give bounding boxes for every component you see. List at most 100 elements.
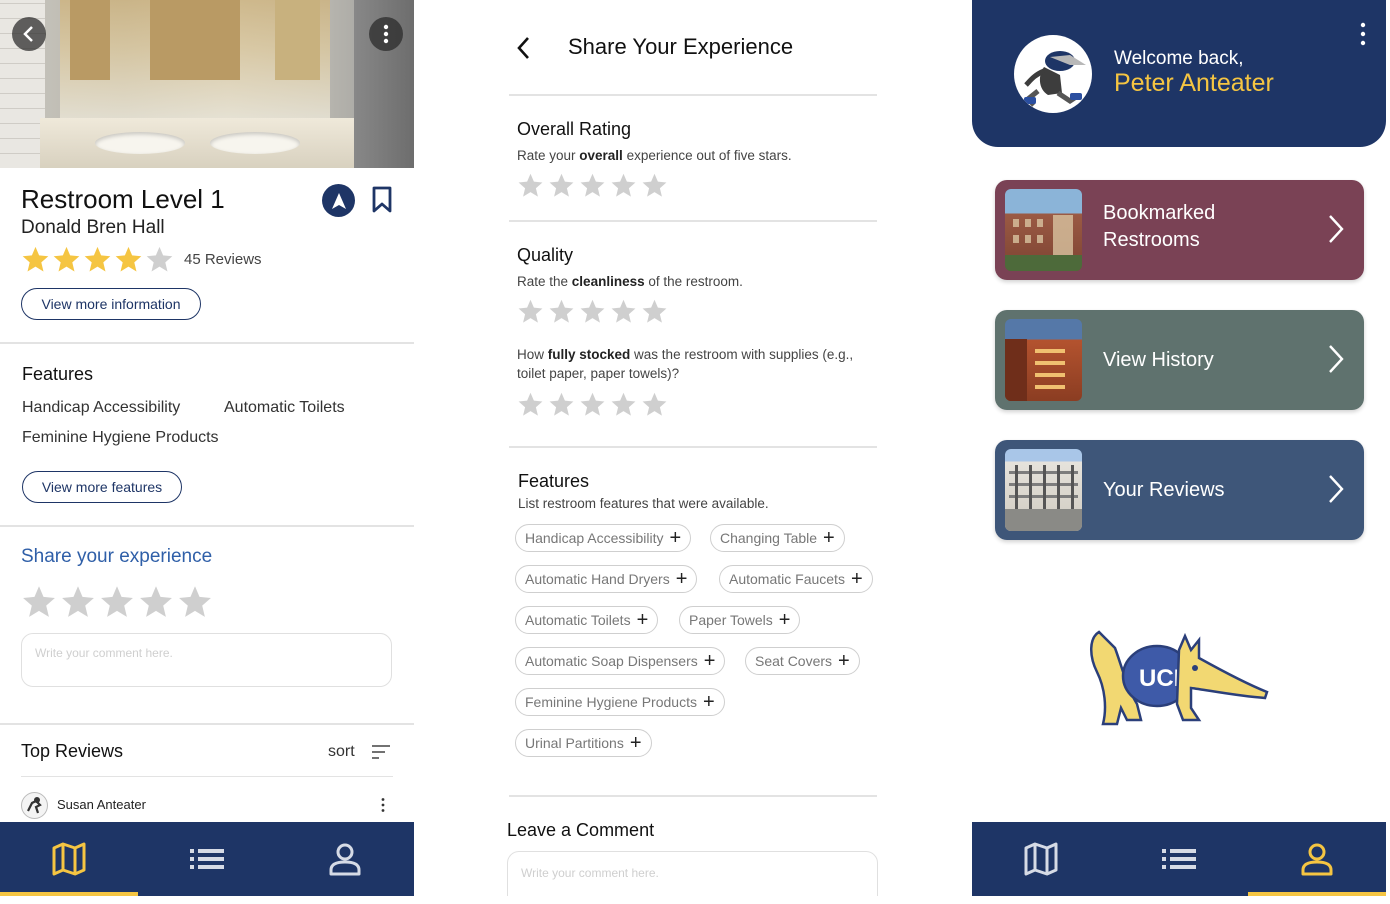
star-icon xyxy=(611,173,636,197)
quality-heading: Quality xyxy=(517,245,574,265)
divider xyxy=(509,795,877,797)
reviews-count: 45 Reviews xyxy=(184,251,262,268)
divider xyxy=(0,525,414,527)
bookmarked-restrooms-card[interactable]: Bookmarked Restrooms xyxy=(995,180,1364,280)
share-experience-heading[interactable]: Share your experience xyxy=(21,546,212,568)
plus-icon: + xyxy=(636,609,649,631)
navigate-button[interactable] xyxy=(322,184,355,217)
view-more-information-button[interactable]: View more information xyxy=(21,288,201,320)
map-icon xyxy=(1024,842,1058,876)
building-thumbnail xyxy=(1005,449,1082,531)
tab-map[interactable] xyxy=(0,822,138,896)
anteater-logo: UCI xyxy=(1090,630,1269,726)
list-icon xyxy=(190,849,224,869)
feature-item: Automatic Toilets xyxy=(224,399,345,416)
star-icon xyxy=(642,173,667,197)
feature-chip[interactable]: Automatic Hand Dryers + xyxy=(515,565,698,593)
more-options-button[interactable] xyxy=(369,17,403,51)
reviewer-avatar xyxy=(21,792,48,819)
view-history-card[interactable]: View History xyxy=(995,310,1364,410)
welcome-text: Welcome back, xyxy=(1114,48,1244,69)
chip-label: Automatic Toilets xyxy=(525,612,631,628)
star-icon xyxy=(580,392,605,416)
comment-input[interactable]: Write your comment here. xyxy=(507,851,878,896)
comment-input[interactable]: Write your comment here. xyxy=(21,633,392,687)
share-experience-screen: Share Your Experience Overall Rating Rat… xyxy=(507,0,879,896)
page-title: Share Your Experience xyxy=(568,34,794,59)
feature-chip[interactable]: Paper Towels + xyxy=(679,606,801,634)
more-vertical-icon[interactable] xyxy=(1360,22,1366,46)
profile-screen: Welcome back, Peter Anteater Bookmarked R… xyxy=(972,0,1386,896)
tab-map[interactable] xyxy=(972,822,1110,896)
features-heading: Features xyxy=(518,471,590,491)
chip-label: Paper Towels xyxy=(689,612,773,628)
card-label: Your Reviews xyxy=(1103,479,1225,501)
building-thumbnail xyxy=(1005,319,1082,401)
feature-chip[interactable]: Urinal Partitions + xyxy=(515,729,652,757)
bottom-navigation xyxy=(972,822,1386,896)
feature-chip[interactable]: Automatic Soap Dispensers + xyxy=(515,647,726,675)
star-icon xyxy=(23,586,55,617)
plus-icon: + xyxy=(669,527,682,549)
tab-list[interactable] xyxy=(138,822,276,896)
restroom-header: Restroom Level 1 Donald Bren Hall xyxy=(21,184,393,239)
chevron-left-icon[interactable] xyxy=(515,36,531,60)
star-icon xyxy=(53,246,80,272)
more-vertical-icon xyxy=(383,24,389,44)
plus-icon: + xyxy=(850,568,863,590)
chip-label: Automatic Hand Dryers xyxy=(525,571,670,587)
divider xyxy=(0,342,414,344)
tab-list[interactable] xyxy=(1110,822,1248,896)
overall-rating-stars[interactable] xyxy=(517,172,668,199)
feature-chip[interactable]: Seat Covers + xyxy=(745,647,860,675)
feature-chip[interactable]: Handicap Accessibility + xyxy=(515,524,692,552)
star-icon xyxy=(611,392,636,416)
feature-item: Handicap Accessibility xyxy=(22,399,181,416)
feature-chip[interactable]: Changing Table + xyxy=(710,524,845,552)
star-icon xyxy=(140,586,172,617)
user-name: Peter Anteater xyxy=(1114,69,1274,97)
chip-label: Automatic Faucets xyxy=(729,571,845,587)
sort-icon[interactable] xyxy=(371,744,391,760)
chip-label: Automatic Soap Dispensers xyxy=(525,653,698,669)
feature-chip[interactable]: Feminine Hygiene Products + xyxy=(515,688,725,716)
plus-icon: + xyxy=(703,650,716,672)
divider xyxy=(509,446,877,448)
map-icon xyxy=(52,842,86,876)
star-icon xyxy=(549,173,574,197)
building-name: Donald Bren Hall xyxy=(21,217,165,238)
view-more-features-button[interactable]: View more features xyxy=(22,471,182,503)
feature-chip[interactable]: Automatic Toilets + xyxy=(515,606,659,634)
feature-item: Feminine Hygiene Products xyxy=(22,429,219,446)
cleanliness-rating-stars[interactable] xyxy=(517,298,668,325)
star-icon xyxy=(62,586,94,617)
bookmark-icon[interactable] xyxy=(371,186,393,214)
star-icon xyxy=(549,392,574,416)
star-icon xyxy=(179,586,211,617)
star-icon xyxy=(580,299,605,323)
cleanliness-description: Rate the cleanliness of the restroom. xyxy=(517,274,743,289)
building-thumbnail xyxy=(1005,189,1082,271)
share-rating-stars[interactable] xyxy=(21,584,213,620)
plus-icon: + xyxy=(675,568,688,590)
chip-label: Urinal Partitions xyxy=(525,735,624,751)
chip-label: Handicap Accessibility xyxy=(525,530,664,546)
more-vertical-icon[interactable] xyxy=(380,797,386,813)
chevron-left-icon xyxy=(23,26,33,42)
plus-icon: + xyxy=(838,650,850,672)
overall-rating-description: Rate your overall experience out of five… xyxy=(517,148,792,163)
star-icon xyxy=(518,299,543,323)
back-button[interactable] xyxy=(12,17,46,51)
tab-profile[interactable] xyxy=(1248,822,1386,896)
chip-label: Seat Covers xyxy=(755,653,833,669)
star-icon xyxy=(146,246,173,272)
chevron-right-icon xyxy=(1329,345,1344,373)
sort-label[interactable]: sort xyxy=(328,743,355,761)
tab-profile[interactable] xyxy=(276,822,414,896)
stock-rating-stars[interactable] xyxy=(517,391,668,418)
star-icon xyxy=(518,392,543,416)
star-icon xyxy=(580,173,605,197)
feature-chip[interactable]: Automatic Faucets + xyxy=(719,565,873,593)
your-reviews-card[interactable]: Your Reviews xyxy=(995,440,1364,540)
chevron-right-icon xyxy=(1329,215,1344,243)
